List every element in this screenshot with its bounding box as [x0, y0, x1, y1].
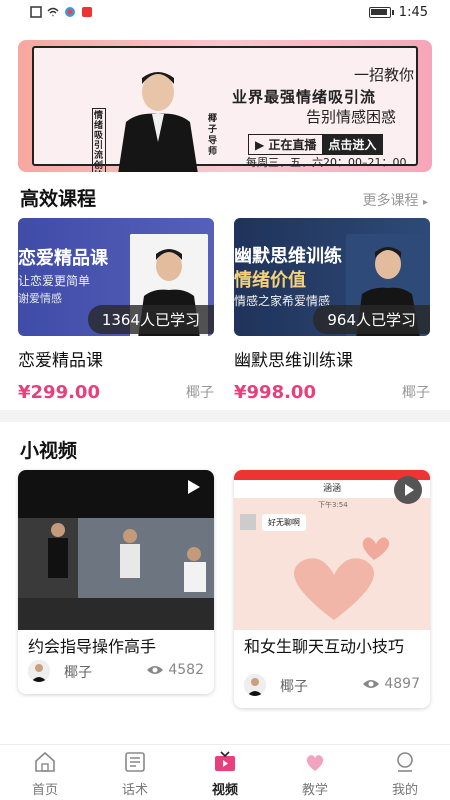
- course-thumbnail: 幽默思维训练 情绪价值 情感之家希爱情感 964人已学习: [234, 218, 430, 336]
- chat-name: 涵涵: [322, 484, 341, 494]
- course-author: 椰子: [186, 385, 214, 401]
- video-author: 椰子: [280, 679, 308, 695]
- course-price: ¥998.00: [234, 382, 316, 403]
- eye-icon: [363, 680, 379, 688]
- wifi-icon: [47, 7, 59, 17]
- video-author: 椰子: [64, 665, 92, 681]
- app-icon: [65, 7, 75, 17]
- banner-line1: 一招教你: [354, 66, 415, 84]
- thumb-subtitle2: 谢爱情感: [18, 292, 62, 305]
- course-card[interactable]: 幽默思维训练 情绪价值 情感之家希爱情感 964人已学习 幽默思维训练课 ¥99…: [234, 218, 430, 403]
- tab-label: 视频: [211, 783, 238, 798]
- script-icon: [125, 752, 145, 772]
- section-divider: [0, 410, 450, 422]
- course-name: 恋爱精品课: [18, 351, 103, 371]
- battery-icon: [368, 7, 394, 18]
- bottom-tab-bar: 首页 话术 视频 教学 我的: [0, 744, 450, 800]
- hearts-decoration: [294, 537, 390, 620]
- tab-profile[interactable]: 我的: [360, 745, 450, 800]
- home-icon: [35, 751, 55, 772]
- eye-icon: [147, 666, 163, 674]
- thumb-title: 恋爱精品课: [18, 248, 108, 269]
- video-meta: 椰子 4582: [28, 660, 204, 684]
- tab-label: 话术: [121, 783, 148, 798]
- heart-icon: [306, 755, 324, 771]
- thumb-subtitle: 让恋爱更简单: [18, 274, 91, 288]
- video-views: 4582: [168, 662, 204, 678]
- video-scene: [18, 518, 214, 630]
- chat-avatar: [240, 514, 256, 530]
- course-card[interactable]: 恋爱精品课 让恋爱更简单 谢爱情感 1364人已学习 恋爱精品课 ¥299.00…: [18, 218, 214, 403]
- more-courses-label: 更多课程: [362, 193, 419, 209]
- videos-title: 小视频: [20, 440, 78, 462]
- video-thumbnail: 涵涵 下午3:54 好无聊啊: [234, 470, 430, 630]
- courses-title: 高效课程: [20, 188, 97, 210]
- video-meta: 椰子 4897: [244, 674, 420, 698]
- live-banner[interactable]: 情绪吸引流创始人 椰子导师 一招教你 业界最强情绪吸引流 告别情感困惑 ▶ 正在…: [18, 40, 432, 172]
- notification-icon: [82, 7, 92, 17]
- enter-live-button[interactable]: 点击进入: [322, 135, 383, 154]
- tv-icon: [215, 751, 235, 771]
- banner-line2: 业界最强情绪吸引流: [232, 88, 377, 106]
- tab-home[interactable]: 首页: [0, 745, 90, 800]
- avatar: [244, 674, 266, 696]
- course-thumbnail: 恋爱精品课 让恋爱更简单 谢爱情感 1364人已学习: [18, 218, 214, 336]
- banner-line3: 告别情感困惑: [306, 108, 397, 126]
- live-actions: ▶ 正在直播 点击进入: [248, 134, 384, 155]
- video-views: 4897: [384, 676, 420, 692]
- video-thumbnail: [18, 470, 214, 630]
- sim-icon: [30, 6, 42, 18]
- play-icon[interactable]: [394, 476, 422, 504]
- banner-portrait: [118, 72, 198, 172]
- course-author: 椰子: [402, 385, 430, 401]
- tab-scripts[interactable]: 话术: [90, 745, 180, 800]
- banner-schedule: 每周三、五、六20：00–21：00: [246, 156, 407, 169]
- chevron-right-icon: ▸: [422, 197, 428, 208]
- banner-vertical-text: 情绪吸引流创始人: [92, 108, 106, 172]
- video-card[interactable]: 约会指导操作高手 椰子 4582: [18, 470, 214, 694]
- profile-icon: [397, 752, 413, 772]
- thumb-subtitle: 情感之家希爱情感: [234, 294, 331, 308]
- tab-label: 首页: [31, 783, 58, 798]
- video-title: 约会指导操作高手: [28, 637, 157, 656]
- tab-video[interactable]: 视频: [180, 745, 270, 800]
- tab-label: 我的: [391, 783, 418, 798]
- learners-badge: 964人已学习: [313, 305, 430, 334]
- chat-time: 下午3:54: [318, 501, 348, 509]
- avatar: [28, 660, 50, 682]
- banner-name: 椰子导师: [208, 114, 218, 157]
- learners-badge: 1364人已学习: [87, 305, 214, 334]
- status-bar: 1:45: [0, 0, 450, 26]
- video-title: 和女生聊天互动小技巧: [244, 637, 405, 656]
- tab-teaching[interactable]: 教学: [270, 745, 360, 800]
- course-name: 幽默思维训练课: [234, 351, 353, 371]
- live-status: ▶ 正在直播: [249, 135, 323, 154]
- course-price: ¥299.00: [18, 382, 100, 403]
- more-courses-link[interactable]: 更多课程 ▸: [363, 190, 428, 210]
- thumb-title: 幽默思维训练: [234, 246, 342, 267]
- video-card[interactable]: 涵涵 下午3:54 好无聊啊 和女生聊天互动小技巧 椰子 4897: [234, 470, 430, 708]
- thumb-title2: 情绪价值: [234, 270, 306, 291]
- live-label: 正在直播: [268, 138, 317, 152]
- tab-label: 教学: [301, 783, 328, 798]
- play-icon[interactable]: [188, 480, 200, 494]
- status-time: 1:45: [398, 5, 428, 20]
